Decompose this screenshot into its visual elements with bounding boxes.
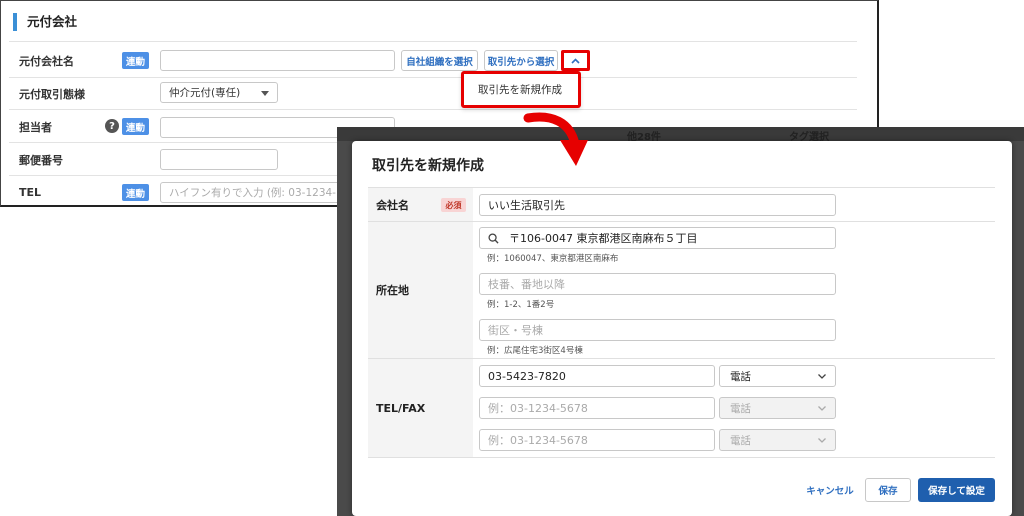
expand-toggle-button[interactable] xyxy=(561,50,590,71)
save-and-set-button[interactable]: 保存して設定 xyxy=(918,478,995,502)
cancel-button[interactable]: キャンセル xyxy=(804,478,856,502)
link-tag: 連動 xyxy=(122,52,149,69)
question-circle-icon[interactable]: ? xyxy=(105,119,119,133)
street-hint: 例：1-2、1番2号 xyxy=(487,300,555,310)
tel-type-select-3[interactable]: 電話 xyxy=(719,429,836,451)
deal-type-label: 元付取引態様 xyxy=(19,87,85,101)
dropdown-create-client-item[interactable]: 取引先を新規作成 xyxy=(461,71,581,108)
curved-arrow-icon xyxy=(523,112,588,166)
required-badge: 必須 xyxy=(441,198,466,212)
modal-title: 取引先を新規作成 xyxy=(372,158,484,174)
row-deal-type: 元付取引態様 xyxy=(9,77,857,110)
divider xyxy=(368,457,995,458)
telfax-label: TEL/FAX xyxy=(368,359,473,457)
address-search-hint: 例：1060047、東京都港区南麻布 xyxy=(487,254,619,264)
street-input[interactable]: 枝番、番地以降 xyxy=(479,273,836,295)
select-from-client-button[interactable]: 取引先から選択 xyxy=(484,50,558,71)
tel-label: TEL xyxy=(19,186,42,199)
chevron-down-icon xyxy=(818,406,826,411)
link-tag: 連動 xyxy=(122,118,149,135)
chevron-down-icon xyxy=(818,374,826,379)
divider xyxy=(9,41,857,42)
tel-type-select-2[interactable]: 電話 xyxy=(719,397,836,419)
staff-label: 担当者 xyxy=(19,120,52,134)
chevron-down-icon xyxy=(818,438,826,443)
caret-down-icon xyxy=(261,91,269,96)
tel-type-value: 電話 xyxy=(730,434,751,447)
address-label: 所在地 xyxy=(368,222,473,358)
tel-type-value: 電話 xyxy=(730,402,751,415)
backdrop-toolbar-strip xyxy=(337,127,1024,141)
chevron-up-icon xyxy=(571,57,580,64)
create-client-modal: 取引先を新規作成 会社名 必須 いい生活取引先 所在地 〒106-0047 東京… xyxy=(352,141,1012,516)
deal-type-select[interactable]: 仲介元付(専任) xyxy=(160,82,278,103)
tel-type-value: 電話 xyxy=(730,370,751,383)
company-name-label: 元付会社名 xyxy=(19,54,74,68)
company-name-field[interactable]: いい生活取引先 xyxy=(479,194,836,216)
select-own-org-button[interactable]: 自社組織を選択 xyxy=(401,50,478,71)
tel-input-2[interactable]: 例：03-1234-5678 xyxy=(479,397,715,419)
address-search-input[interactable]: 〒106-0047 東京都港区南麻布５丁目 xyxy=(479,227,836,249)
section-title: 元付会社 xyxy=(13,13,77,31)
address-search-value: 〒106-0047 東京都港区南麻布５丁目 xyxy=(509,232,698,245)
postal-label: 郵便番号 xyxy=(19,153,63,167)
building-input[interactable]: 街区・号棟 xyxy=(479,319,836,341)
company-label-text: 会社名 xyxy=(376,198,409,212)
search-icon xyxy=(488,232,499,244)
tel-input-3[interactable]: 例：03-1234-5678 xyxy=(479,429,715,451)
tel-input-1[interactable]: 03-5423-7820 xyxy=(479,365,715,387)
deal-type-value: 仲介元付(専任) xyxy=(169,87,241,99)
company-label: 会社名 必須 xyxy=(368,188,473,221)
tel-type-select-1[interactable]: 電話 xyxy=(719,365,836,387)
link-tag: 連動 xyxy=(122,184,149,201)
postal-input[interactable] xyxy=(160,149,278,170)
save-button[interactable]: 保存 xyxy=(865,478,911,502)
company-name-input[interactable] xyxy=(160,50,395,71)
building-hint: 例：広尾住宅3街区4号棟 xyxy=(487,346,583,356)
